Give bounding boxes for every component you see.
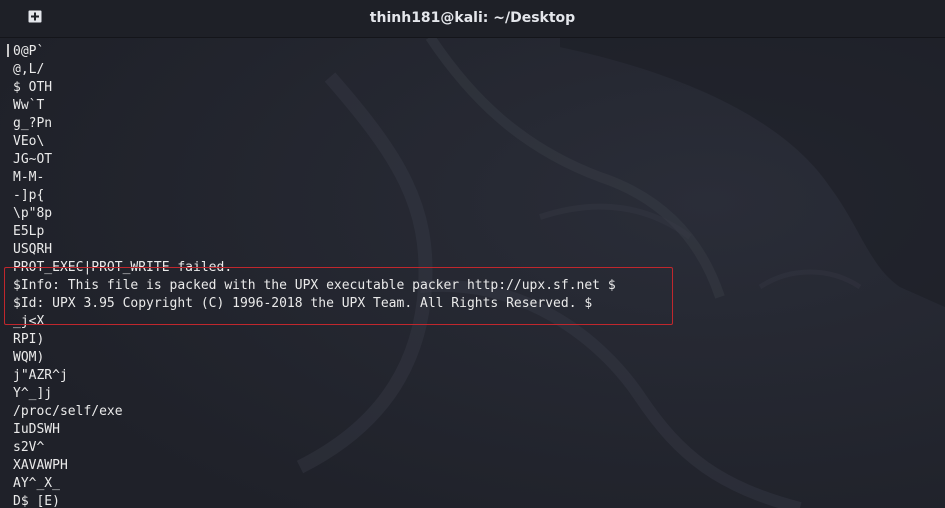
terminal-line: JG~OT: [13, 152, 53, 167]
terminal-line: g_?Pn: [13, 116, 53, 131]
terminal-line: IuDSWH: [13, 422, 60, 437]
terminal-line: -]p{: [13, 188, 45, 203]
terminal-line: WQM): [13, 350, 45, 365]
terminal-line: USQRH: [13, 242, 53, 257]
terminal-line: RPI): [13, 332, 45, 347]
line-marker: [7, 44, 9, 57]
terminal-line: M-M-: [13, 170, 45, 185]
terminal-line: \p"8p: [13, 206, 53, 221]
terminal-line: j"AZR^j: [13, 368, 68, 383]
terminal-line: 0@P`: [13, 44, 45, 59]
terminal-line: VEo\: [13, 134, 45, 149]
terminal-line: s2V^: [13, 440, 45, 455]
terminal-line: XAVAWPH: [13, 458, 68, 473]
terminal-line: /proc/self/exe: [13, 404, 123, 419]
upx-highlight-box: [4, 267, 673, 325]
terminal-line: Ww`T: [13, 98, 45, 113]
terminal-line: Y^_]j: [13, 386, 53, 401]
window-title: thinh181@kali: ~/Desktop: [369, 10, 576, 26]
terminal-window: thinh181@kali: ~/Desktop 0@P` @,L/ $ OTH…: [0, 0, 945, 508]
terminal-line: AY^_X_: [13, 476, 60, 491]
title-bar: thinh181@kali: ~/Desktop: [0, 0, 945, 38]
terminal-line: $ OTH: [13, 80, 53, 95]
terminal-line: D$ [E): [13, 494, 60, 508]
terminal-line: @,L/: [13, 62, 45, 77]
terminal-line: E5Lp: [13, 224, 45, 239]
